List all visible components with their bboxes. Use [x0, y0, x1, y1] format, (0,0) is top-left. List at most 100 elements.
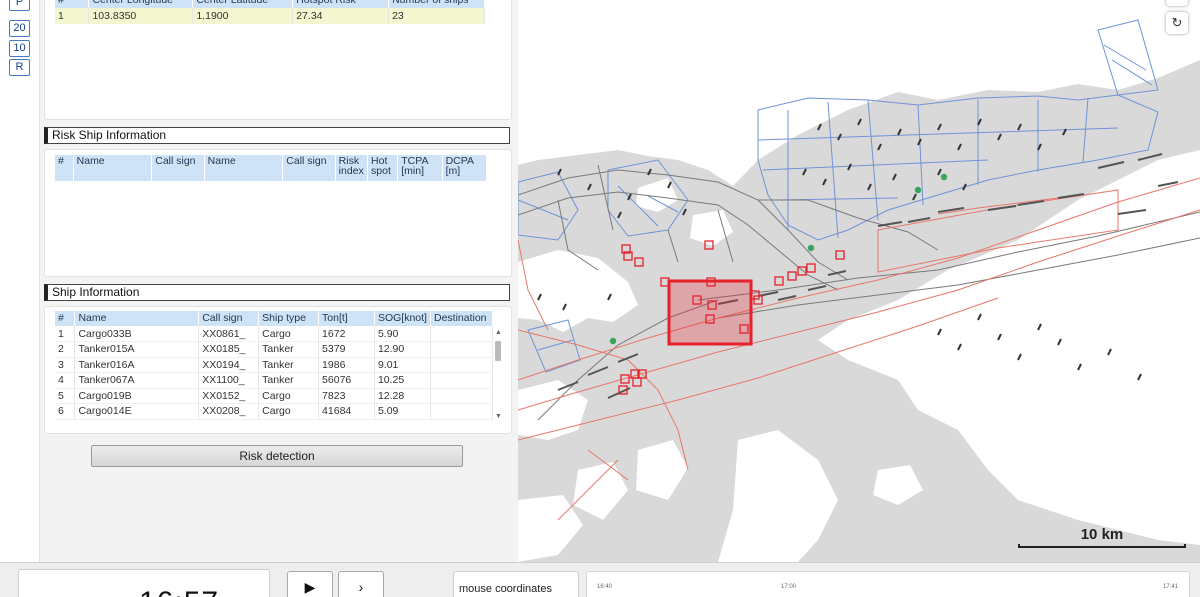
col-name: Name [74, 311, 200, 326]
table-row[interactable]: 4 Tanker067A XX1100_ Tanker 56076 10.25 [55, 372, 494, 389]
cell: 1986 [318, 357, 375, 373]
cell: 103.8350 [88, 8, 194, 24]
col-index: # [55, 0, 90, 8]
map-control-button[interactable] [1166, 0, 1188, 6]
timeline-tick: 17:00 [781, 584, 797, 590]
timeline-tick: 17:41 [1163, 584, 1179, 590]
timeline-tick: 16:40 [597, 584, 613, 590]
scroll-up-icon[interactable]: ▲ [495, 329, 502, 336]
zoom-10-button[interactable]: 10 [9, 40, 30, 57]
risk-header-row: # Name Call sign Name Call sign Risk ind… [55, 155, 488, 181]
cell [430, 357, 494, 373]
col-index: # [55, 311, 76, 326]
ship-info-box: # Name Call sign Ship type Ton[t] SOG[kn… [44, 306, 512, 434]
info-panel: # Center Longitude Center Latitude Hotsp… [40, 0, 518, 562]
col-tcpa: TCPA [min] [397, 155, 443, 181]
p-button[interactable]: P [9, 0, 30, 11]
col-center-latitude: Center Latitude [192, 0, 294, 8]
cell: 10.25 [374, 372, 431, 389]
col-center-longitude: Center Longitude [88, 0, 194, 8]
scroll-down-icon[interactable]: ▼ [495, 413, 502, 420]
cell: 5.09 [374, 403, 431, 420]
cell: XX0194_ [198, 357, 260, 373]
clock-display: 16:57 [18, 569, 270, 597]
cell: Tanker [258, 341, 320, 358]
col-index: # [55, 155, 74, 181]
reset-r-button[interactable]: R [9, 59, 30, 76]
cell: 41684 [318, 403, 375, 420]
cell: 9.01 [374, 357, 431, 373]
cell: 56076 [318, 372, 375, 389]
playback-bar: 16:57 ▶ › mouse coordinates 16:40 17:00 … [0, 562, 1200, 597]
ship-table-scrollbar[interactable]: ▲ ▼ [493, 329, 503, 421]
hotspot-row[interactable]: 1 103.8350 1.1900 27.34 23 [55, 8, 485, 24]
chevron-right-icon: › [358, 579, 364, 595]
col-destination: Destination [430, 311, 494, 326]
cell [430, 372, 494, 389]
play-icon: ▶ [304, 579, 316, 595]
risk-detection-button[interactable]: Risk detection [91, 445, 463, 467]
cell: Cargo033B [74, 326, 200, 342]
table-row[interactable]: 6 Cargo014E XX0208_ Cargo 41684 5.09 [55, 403, 494, 420]
map-view[interactable]: ↻ 10 km [518, 0, 1200, 562]
cell: 2 [55, 341, 76, 358]
cell: 4 [55, 372, 76, 389]
col-dcpa: DCPA [m] [442, 155, 488, 181]
mouse-coordinates-display: mouse coordinates [453, 571, 579, 597]
step-forward-button[interactable]: › [338, 571, 384, 597]
scroll-thumb[interactable] [495, 341, 501, 361]
land-areas [518, 0, 1200, 562]
col-name-2: Name [204, 155, 284, 181]
cell: 5 [55, 388, 76, 404]
col-name-1: Name [73, 155, 153, 181]
col-hotspot-risk: Hotspot Risk [292, 0, 390, 8]
cell: Cargo019B [74, 388, 200, 404]
hotspot-box: # Center Longitude Center Latitude Hotsp… [44, 0, 512, 120]
col-sog: SOG[knot] [374, 311, 431, 326]
cell: 1 [55, 8, 90, 24]
risk-ship-table: # Name Call sign Name Call sign Risk ind… [55, 155, 488, 181]
cell: Cargo [258, 388, 320, 404]
cell [430, 388, 494, 404]
play-button[interactable]: ▶ [287, 571, 333, 597]
ship-header-row: # Name Call sign Ship type Ton[t] SOG[kn… [55, 311, 494, 326]
map-scale: 10 km [1018, 520, 1186, 548]
clock-time: 16:57 [139, 586, 219, 597]
hotspot-header-row: # Center Longitude Center Latitude Hotsp… [55, 0, 485, 8]
cell: XX0185_ [198, 341, 260, 358]
col-call-sign-1: Call sign [151, 155, 205, 181]
col-call-sign: Call sign [198, 311, 260, 326]
table-row[interactable]: 1 Cargo033B XX0861_ Cargo 1672 5.90 [55, 326, 494, 342]
col-number-of-ships: Number of ships [388, 0, 485, 8]
scale-bar [1018, 544, 1186, 548]
cell: 23 [388, 8, 485, 24]
cell: 1 [55, 326, 76, 342]
cell: 27.34 [292, 8, 390, 24]
col-risk-index: Risk index [335, 155, 369, 181]
sea-chart[interactable] [518, 0, 1200, 562]
cell: XX0861_ [198, 326, 260, 342]
cell: 3 [55, 357, 76, 373]
cell: XX1100_ [198, 372, 260, 389]
cell: Cargo [258, 403, 320, 420]
ship-info-title: Ship Information [44, 284, 510, 301]
table-row[interactable]: 3 Tanker016A XX0194_ Tanker 1986 9.01 [55, 357, 494, 373]
zoom-20-button[interactable]: 20 [9, 20, 30, 37]
cell: 1672 [318, 326, 375, 342]
risk-ship-box: # Name Call sign Name Call sign Risk ind… [44, 149, 512, 277]
timeline-slider[interactable]: 16:40 17:00 17:41 [586, 571, 1190, 597]
scale-label: 10 km [1080, 526, 1124, 543]
cell: XX0208_ [198, 403, 260, 420]
cell [430, 326, 494, 342]
table-row[interactable]: 2 Tanker015A XX0185_ Tanker 5379 12.90 [55, 341, 494, 358]
cell: 5379 [318, 341, 375, 358]
cell: 12.28 [374, 388, 431, 404]
cell: Cargo [258, 326, 320, 342]
table-row[interactable]: 5 Cargo019B XX0152_ Cargo 7823 12.28 [55, 388, 494, 404]
hotspot-area[interactable] [667, 279, 753, 346]
cell [430, 341, 494, 358]
cell: Cargo014E [74, 403, 200, 420]
cell: Tanker016A [74, 357, 200, 373]
reset-view-icon[interactable]: ↻ [1166, 12, 1188, 34]
risk-ship-title: Risk Ship Information [44, 127, 510, 144]
